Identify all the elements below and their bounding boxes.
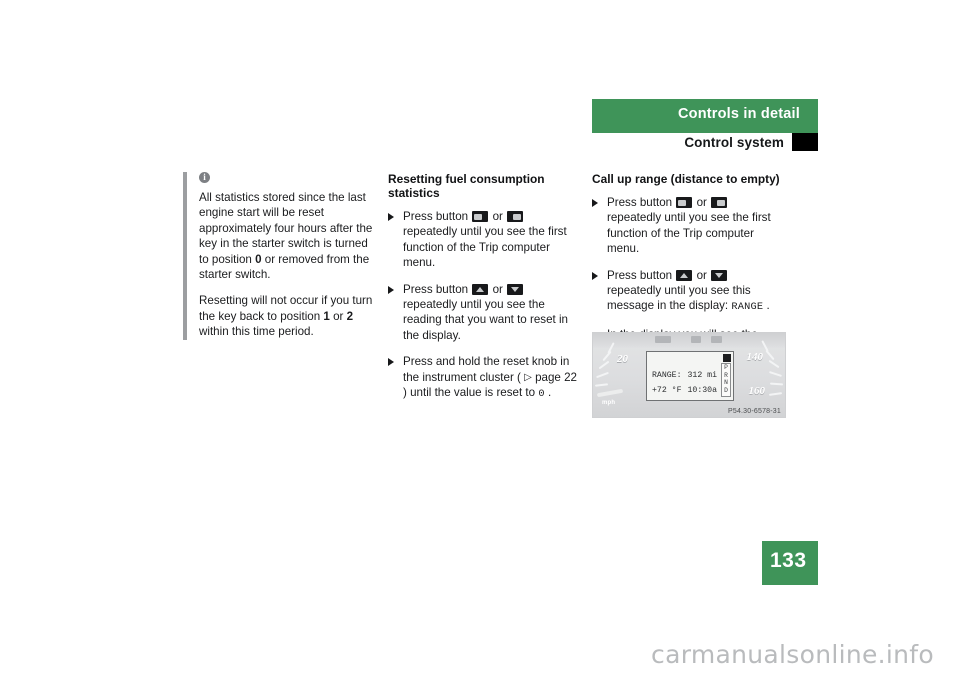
bullet-triangle-icon <box>388 213 394 221</box>
lcd-range-label: RANGE: <box>652 371 682 380</box>
watermark: carmanualsonline.info <box>651 640 934 669</box>
reset-step-list: Press button or repeatedly until you see… <box>388 209 578 402</box>
range-step-2: Press button or repeatedly until you see… <box>592 268 782 316</box>
tick <box>602 350 612 362</box>
range-step-1-mid: or <box>696 196 707 209</box>
range-section-heading: Call up range (distance to empty) <box>592 172 780 186</box>
menu-down-button-icon <box>507 283 524 295</box>
gear-r: R <box>724 371 728 379</box>
reset-step-3-ref[interactable]: page 22 <box>535 371 577 384</box>
note-p2-text-b: or <box>329 309 347 323</box>
warning-indicator-icon <box>711 336 722 343</box>
chapter-header-bar: Controls in detail <box>592 99 818 133</box>
menu-up-button-icon <box>472 283 489 295</box>
check-engine-indicator-icon <box>655 336 671 343</box>
tick <box>765 349 775 361</box>
menu-down-button-icon <box>711 269 728 281</box>
tick <box>769 382 784 386</box>
speedometer-right-ticks <box>725 337 785 417</box>
gear-n: N <box>724 379 728 387</box>
bullet-triangle-icon <box>388 285 394 294</box>
section-thumb-tab <box>792 133 818 151</box>
cross-reference-arrow-icon: ▷ <box>524 371 532 383</box>
menu-up-button-icon <box>676 269 693 281</box>
range-step-2-tail: . <box>766 299 770 313</box>
reset-step-2-mid: or <box>492 282 503 296</box>
gear-selector-indicator: P R N D <box>721 363 731 397</box>
trip-left-button-icon <box>472 211 489 222</box>
range-step-1-post: repeatedly until you see the first funct… <box>607 211 771 256</box>
lcd-temperature-value: +72 °F <box>652 386 682 395</box>
range-step-2-value: RANGE <box>731 301 764 314</box>
gear-p: P <box>724 364 728 371</box>
cluster-lcd-display: RANGE: 312 mi +72 °F 10:30a P R N D <box>646 351 734 401</box>
range-step-1-pre: Press button <box>607 196 673 209</box>
tick <box>768 392 783 396</box>
note-block: i All statistics stored since the last e… <box>183 172 379 340</box>
reset-step-3-post: ) until the value is reset to <box>403 386 539 400</box>
note-p2-bold-2: 2 <box>346 309 354 323</box>
column-one: i All statistics stored since the last e… <box>183 172 379 340</box>
trip-left-button-icon <box>676 197 693 208</box>
reset-section-heading: Resetting fuel consumption statistics <box>388 172 545 200</box>
bullet-triangle-icon <box>592 271 598 280</box>
speedometer-unit-label: mph <box>602 400 616 406</box>
reset-step-1-mid: or <box>492 210 503 223</box>
info-icon: i <box>199 172 210 183</box>
lcd-clock-value: 10:30a <box>687 386 717 395</box>
speedometer-right-label-1: 140 <box>746 351 764 363</box>
speedometer-right-label-2: 160 <box>748 385 766 397</box>
reset-step-3-tail: . <box>547 386 552 400</box>
trip-right-button-icon <box>711 197 728 208</box>
speedometer-right-dial: 140 160 <box>725 337 785 417</box>
reset-step-2-post: repeatedly until you see the reading tha… <box>403 298 568 342</box>
reset-step-1-post: repeatedly until you see the first funct… <box>403 225 567 270</box>
tick <box>769 371 782 377</box>
bullet-triangle-icon <box>388 358 394 367</box>
instrument-cluster-illustration: 20 mph 140 160 RANGE: 312 mi +72 °F 10:3… <box>592 332 786 418</box>
range-step-1: Press button or repeatedly until you see… <box>592 195 782 257</box>
speedometer-left-dial: 20 mph <box>593 337 653 417</box>
tick <box>768 359 780 369</box>
lcd-corner-marker <box>723 354 731 362</box>
chapter-title: Controls in detail <box>677 106 800 122</box>
gear-d: D <box>724 386 728 394</box>
note-paragraph-2: Resetting will not occur if you turn the… <box>199 293 379 339</box>
tick <box>594 383 609 387</box>
headlight-indicator-icon <box>691 336 701 343</box>
reset-step-1-pre: Press button <box>403 210 469 223</box>
range-step-2-mid: or <box>696 268 707 282</box>
tick <box>596 371 609 379</box>
page-number-block: 133 <box>762 541 818 585</box>
reset-step-3-value: 0 <box>538 388 545 401</box>
section-title: Control system <box>684 135 784 150</box>
note-paragraph-1: All statistics stored since the last eng… <box>199 190 379 282</box>
reset-step-2-pre: Press button <box>403 282 469 296</box>
reset-step-1: Press button or repeatedly until you see… <box>388 209 578 271</box>
page-number: 133 <box>770 549 807 572</box>
figure-caption: P54.30-6578-31 <box>727 408 781 415</box>
reset-step-2: Press button or repeatedly until you see… <box>388 282 578 344</box>
trip-right-button-icon <box>507 211 524 222</box>
reset-step-3: Press and hold the reset knob in the ins… <box>388 354 578 402</box>
range-step-2-pre: Press button <box>607 268 673 282</box>
tick <box>598 360 610 370</box>
speedometer-left-label: 20 <box>617 353 628 365</box>
note-p2-text-c: within this time period. <box>199 325 314 339</box>
column-two: Resetting fuel consumption statistics Pr… <box>388 172 578 413</box>
lcd-range-value: 312 mi <box>687 371 717 380</box>
section-header-row: Control system <box>592 133 818 154</box>
range-step-2-post: repeatedly until you see this message in… <box>607 284 751 313</box>
bullet-triangle-icon <box>592 199 598 207</box>
